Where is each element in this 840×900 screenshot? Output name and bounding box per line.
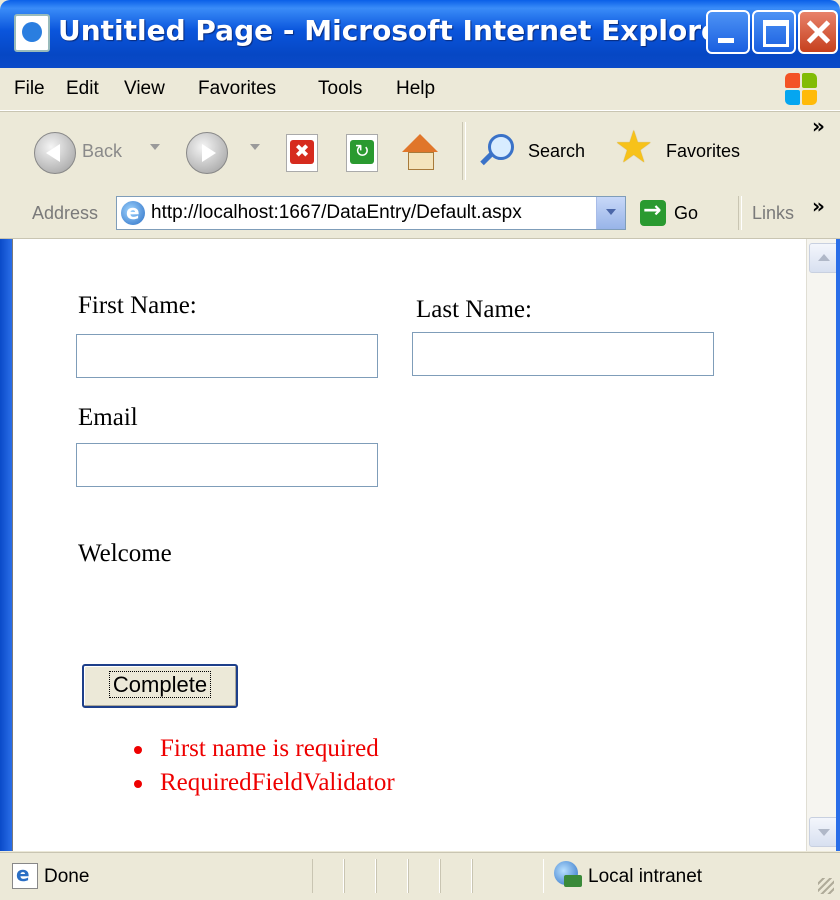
last-name-label: Last Name: — [416, 296, 532, 323]
resize-grip-icon[interactable] — [818, 878, 834, 894]
windows-logo-icon — [784, 72, 818, 106]
last-name-field[interactable] — [412, 332, 714, 376]
forward-arrow-icon[interactable] — [186, 132, 228, 174]
status-pane — [312, 859, 344, 893]
status-pane — [376, 859, 408, 893]
back-arrow-icon[interactable] — [34, 132, 76, 174]
standard-toolbar: Back Search ★ Favorites » — [0, 111, 840, 191]
welcome-text: Welcome — [78, 540, 172, 567]
first-name-field[interactable] — [76, 334, 378, 378]
address-url[interactable]: http://localhost:1667/DataEntry/Default.… — [151, 202, 522, 224]
complete-button-label: Complete — [108, 671, 212, 698]
menu-favorites[interactable]: Favorites — [198, 78, 276, 100]
go-arrow-icon[interactable] — [640, 198, 666, 226]
ie-page-icon — [14, 14, 50, 52]
vertical-scrollbar[interactable] — [806, 239, 840, 851]
window-frame-right — [836, 239, 840, 851]
status-pane — [408, 859, 440, 893]
close-button[interactable] — [798, 10, 838, 54]
stop-icon[interactable] — [286, 134, 318, 172]
window-frame-left — [0, 239, 12, 851]
favorites-star-icon[interactable]: ★ — [614, 126, 653, 170]
email-field[interactable] — [76, 443, 378, 487]
scroll-up-icon[interactable] — [809, 243, 839, 273]
local-intranet-icon — [554, 861, 584, 889]
address-dropdown-icon[interactable] — [596, 197, 625, 229]
page-icon — [121, 200, 145, 225]
menu-bar: File Edit View Favorites Tools Help — [0, 68, 840, 111]
email-label: Email — [78, 404, 138, 431]
refresh-icon[interactable] — [346, 134, 378, 172]
status-pane — [440, 859, 472, 893]
menu-help[interactable]: Help — [396, 78, 435, 100]
validation-summary: First name is required RequiredFieldVali… — [130, 732, 395, 800]
search-icon[interactable] — [478, 132, 514, 168]
address-label: Address — [32, 203, 99, 223]
go-button-label[interactable]: Go — [674, 203, 698, 224]
menu-tools[interactable]: Tools — [318, 78, 362, 100]
menu-edit[interactable]: Edit — [66, 78, 99, 100]
toolbar-overflow-chevron[interactable]: » — [812, 114, 825, 138]
home-icon[interactable] — [400, 132, 440, 172]
address-input[interactable]: http://localhost:1667/DataEntry/Default.… — [116, 196, 626, 230]
browser-window: Untitled Page - Microsoft Internet Explo… — [0, 0, 840, 900]
links-label[interactable]: Links — [752, 203, 794, 224]
status-text: Done — [44, 866, 90, 887]
security-zone-text: Local intranet — [588, 866, 703, 887]
maximize-button[interactable] — [752, 10, 796, 54]
forward-dropdown-icon[interactable] — [250, 144, 260, 150]
address-separator — [738, 196, 742, 230]
title-bar[interactable]: Untitled Page - Microsoft Internet Explo… — [0, 0, 840, 68]
validation-error-item: RequiredFieldValidator — [130, 766, 395, 800]
address-bar: Address http://localhost:1667/DataEntry/… — [0, 190, 840, 239]
first-name-label: First Name: — [78, 292, 197, 319]
complete-button[interactable]: Complete — [82, 664, 238, 708]
status-pane — [472, 859, 544, 893]
page-status-icon — [12, 862, 38, 889]
links-overflow-chevron[interactable]: » — [812, 194, 825, 218]
menu-view[interactable]: View — [124, 78, 165, 100]
minimize-button[interactable] — [706, 10, 750, 54]
validation-error-item: First name is required — [130, 732, 395, 766]
favorites-button-label[interactable]: Favorites — [666, 141, 740, 162]
window-title: Untitled Page - Microsoft Internet Explo… — [58, 14, 734, 47]
toolbar-separator — [462, 122, 466, 180]
status-pane — [344, 859, 376, 893]
menu-file[interactable]: File — [14, 78, 45, 100]
back-dropdown-icon[interactable] — [150, 144, 160, 150]
scroll-down-icon[interactable] — [809, 817, 839, 847]
back-button-label[interactable]: Back — [82, 141, 122, 162]
status-bar: Done Local intranet — [0, 852, 840, 900]
search-button-label[interactable]: Search — [528, 141, 585, 162]
